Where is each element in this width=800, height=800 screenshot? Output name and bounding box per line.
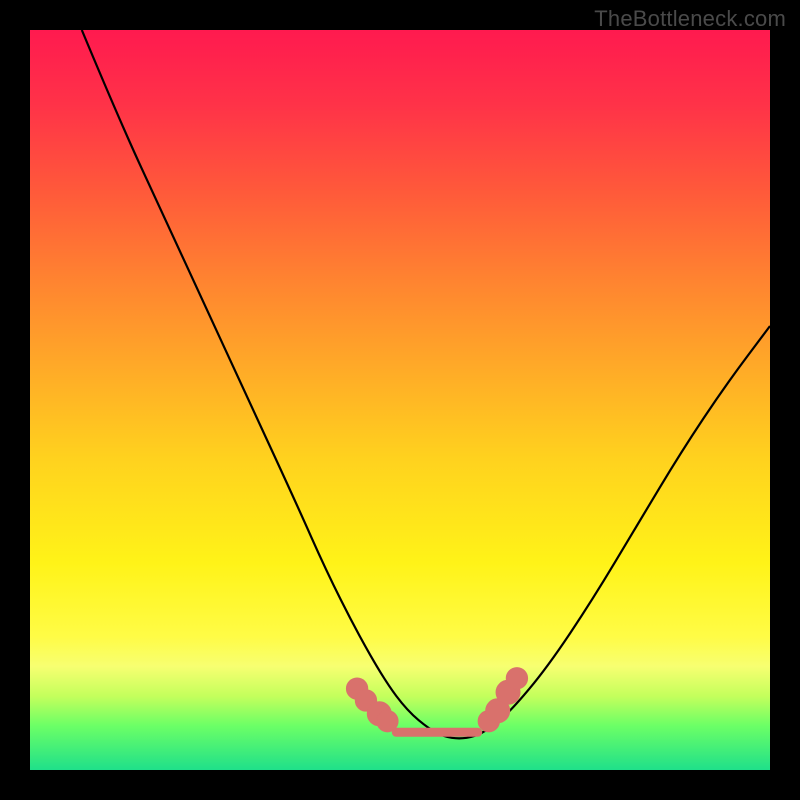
curve-marker	[506, 668, 527, 689]
plot-area	[30, 30, 770, 770]
bottleneck-curve	[82, 30, 770, 738]
bottleneck-curve-svg	[30, 30, 770, 770]
curve-marker	[377, 711, 398, 732]
chart-frame: TheBottleneck.com	[0, 0, 800, 800]
marker-group	[346, 668, 527, 732]
brand-watermark: TheBottleneck.com	[594, 6, 786, 32]
